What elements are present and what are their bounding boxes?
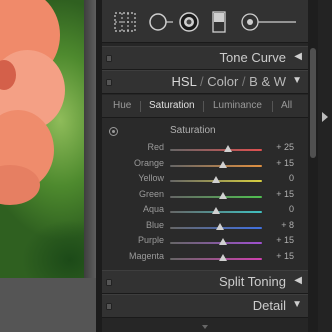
slider-value[interactable]: + 25 — [276, 142, 294, 152]
slider-value[interactable]: 0 — [289, 173, 294, 183]
slider-row-orange: Orange + 15 — [102, 158, 308, 172]
slider-thumb[interactable] — [218, 238, 227, 245]
slider-track[interactable] — [170, 164, 262, 167]
adjustment-brush-icon[interactable] — [240, 12, 298, 32]
right-panel-edge — [318, 0, 332, 332]
slider-row-aqua: Aqua 0 — [102, 204, 308, 218]
slider-value[interactable]: + 8 — [281, 220, 294, 230]
slider-label: Orange — [133, 157, 164, 168]
split-toning-title: Split Toning — [219, 274, 286, 289]
tab-all[interactable]: All — [281, 100, 292, 111]
slider-label: Purple — [137, 235, 164, 245]
tool-strip — [102, 0, 308, 43]
slider-row-green: Green + 15 — [102, 189, 308, 203]
graduated-filter-icon[interactable] — [212, 11, 226, 33]
color-mode-tab[interactable]: Color — [207, 74, 238, 89]
red-eye-icon[interactable] — [178, 11, 200, 33]
bw-mode-tab[interactable]: B & W — [249, 74, 286, 89]
saturation-sliders-section: Saturation Red + 25 Orange + 15 Yellow 0 Green… — [102, 118, 308, 270]
panel-toggle-switch[interactable] — [106, 303, 112, 310]
slider-row-red: Red + 25 — [102, 142, 308, 156]
slider-label: Red — [147, 142, 164, 152]
scrollbar-thumb[interactable] — [310, 48, 316, 158]
photo-image — [0, 0, 84, 278]
slider-row-magenta: Magenta + 15 — [102, 251, 308, 265]
split-toning-header[interactable]: Split Toning ◀ — [102, 270, 308, 294]
slider-value[interactable]: + 15 — [276, 158, 294, 168]
slider-thumb[interactable] — [215, 222, 224, 230]
slider-row-yellow: Yellow 0 — [102, 173, 308, 187]
slider-thumb[interactable] — [218, 160, 227, 168]
targeted-adjustment-icon[interactable] — [109, 127, 118, 136]
develop-right-panel: Tone Curve ◀ HSL / Color / B & W ▼ Hue S… — [102, 0, 308, 332]
section-title: Saturation — [170, 125, 216, 136]
expand-down-arrow-icon[interactable]: ▼ — [292, 75, 302, 86]
tab-luminance[interactable]: Luminance — [213, 100, 262, 111]
collapse-left-arrow-icon[interactable]: ◀ — [294, 51, 302, 62]
detail-header[interactable]: Detail ▼ — [102, 294, 308, 318]
panel-toggle-switch[interactable] — [106, 55, 112, 62]
panel-toggle-switch[interactable] — [106, 79, 112, 86]
slider-track[interactable] — [170, 195, 262, 198]
slider-value[interactable]: + 15 — [276, 251, 294, 261]
scroll-down-icon[interactable] — [202, 325, 208, 329]
slider-thumb[interactable] — [223, 145, 232, 152]
tone-curve-header[interactable]: Tone Curve ◀ — [102, 46, 308, 70]
crop-overlay-icon[interactable] — [114, 12, 136, 32]
slider-track[interactable] — [170, 149, 262, 151]
expand-down-arrow-icon[interactable]: ▼ — [292, 299, 302, 310]
collapse-left-arrow-icon[interactable]: ◀ — [294, 275, 302, 286]
tab-saturation[interactable]: Saturation — [149, 100, 195, 111]
panel-bottom-edge — [102, 322, 308, 332]
slider-row-blue: Blue + 8 — [102, 220, 308, 234]
slider-label: Blue — [145, 219, 164, 230]
hsl-header[interactable]: HSL / Color / B & W ▼ — [102, 70, 308, 94]
spot-removal-icon[interactable] — [148, 12, 174, 32]
slider-value[interactable]: + 15 — [276, 189, 294, 199]
hsl-sub-tabs: Hue Saturation Luminance All — [102, 95, 308, 118]
slider-label: Aqua — [142, 204, 164, 214]
panel-toggle-switch[interactable] — [106, 279, 112, 286]
slider-thumb[interactable] — [212, 207, 220, 214]
slider-row-purple: Purple + 15 — [102, 235, 308, 249]
slider-label: Magenta — [128, 250, 164, 261]
slider-track[interactable] — [170, 257, 262, 260]
slider-label: Yellow — [138, 173, 164, 183]
tab-hue[interactable]: Hue — [113, 100, 131, 111]
hsl-mode-tab[interactable]: HSL — [172, 74, 197, 89]
slider-thumb[interactable] — [218, 191, 227, 199]
slider-thumb[interactable] — [212, 176, 220, 183]
photo-preview-area — [0, 0, 96, 332]
slider-thumb[interactable] — [218, 253, 227, 261]
slider-value[interactable]: 0 — [289, 204, 294, 214]
detail-title: Detail — [252, 298, 286, 313]
tone-curve-title: Tone Curve — [219, 50, 286, 65]
toggle-right-panel-icon[interactable] — [322, 112, 328, 122]
slider-track[interactable] — [170, 242, 262, 244]
slider-label: Green — [138, 188, 164, 199]
slider-value[interactable]: + 15 — [276, 235, 294, 245]
